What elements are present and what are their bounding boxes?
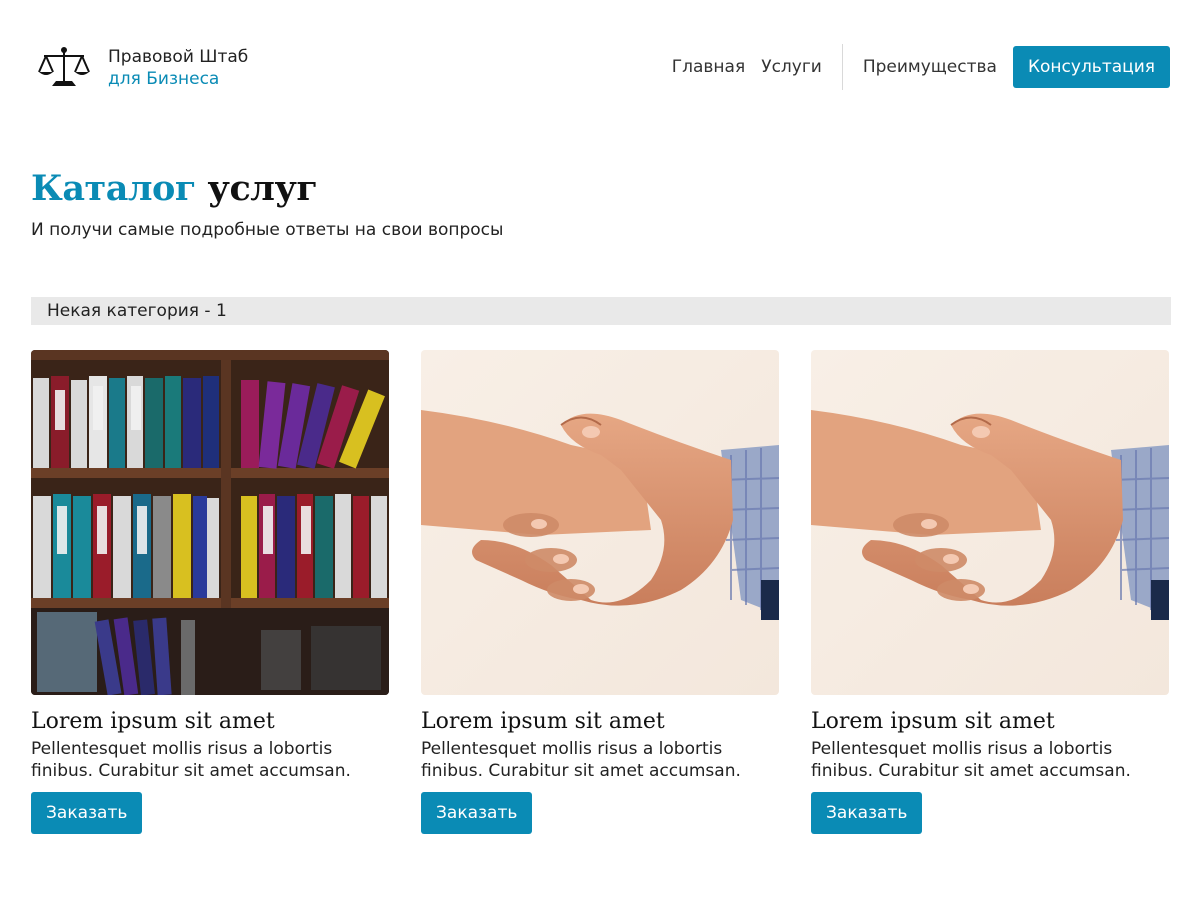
brand-name: Правовой Штаб bbox=[108, 47, 249, 67]
card-description: Pellentesquet mollis risus a lobortis fi… bbox=[31, 739, 351, 781]
card-description: Pellentesquet mollis risus a lobortis fi… bbox=[811, 739, 1131, 781]
service-card: Lorem ipsum sit amet Pellentesquet molli… bbox=[421, 350, 779, 834]
service-card: Lorem ipsum sit amet Pellentesquet molli… bbox=[31, 350, 389, 834]
page-subtitle: И получи самые подробные ответы на свои … bbox=[31, 220, 504, 240]
consultation-button[interactable]: Консультация bbox=[1012, 46, 1170, 88]
order-button[interactable]: Заказать bbox=[421, 792, 533, 834]
nav-link-advantages[interactable]: Преимущества bbox=[863, 57, 997, 77]
bookshelf-binders-image bbox=[31, 350, 389, 695]
order-button[interactable]: Заказать bbox=[31, 792, 143, 834]
card-title: Lorem ipsum sit amet bbox=[811, 709, 1055, 734]
page-title-rest: услуг bbox=[207, 168, 318, 209]
scales-icon bbox=[38, 47, 90, 86]
nav-link-services[interactable]: Услуги bbox=[761, 57, 822, 77]
card-title: Lorem ipsum sit amet bbox=[421, 709, 665, 734]
card-title: Lorem ipsum sit amet bbox=[31, 709, 275, 734]
service-card: Lorem ipsum sit amet Pellentesquet molli… bbox=[811, 350, 1169, 834]
nav-link-home[interactable]: Главная bbox=[672, 57, 745, 77]
page-title: Каталог услуг bbox=[31, 168, 318, 209]
card-description: Pellentesquet mollis risus a lobortis fi… bbox=[421, 739, 741, 781]
category-header: Некая категория - 1 bbox=[31, 297, 1171, 325]
brand-logo[interactable]: Правовой Штаб для Бизнеса bbox=[36, 44, 248, 90]
site-header: Правовой Штаб для Бизнеса Главная Услуги… bbox=[0, 0, 1200, 130]
handshake-image bbox=[421, 350, 779, 695]
order-button[interactable]: Заказать bbox=[811, 792, 923, 834]
brand-tagline: для Бизнеса bbox=[108, 69, 220, 89]
main-nav: Главная Услуги Преимущества Консультация bbox=[672, 44, 1170, 90]
handshake-image bbox=[811, 350, 1169, 695]
page-title-accent: Каталог bbox=[31, 168, 196, 209]
nav-divider bbox=[841, 44, 843, 90]
